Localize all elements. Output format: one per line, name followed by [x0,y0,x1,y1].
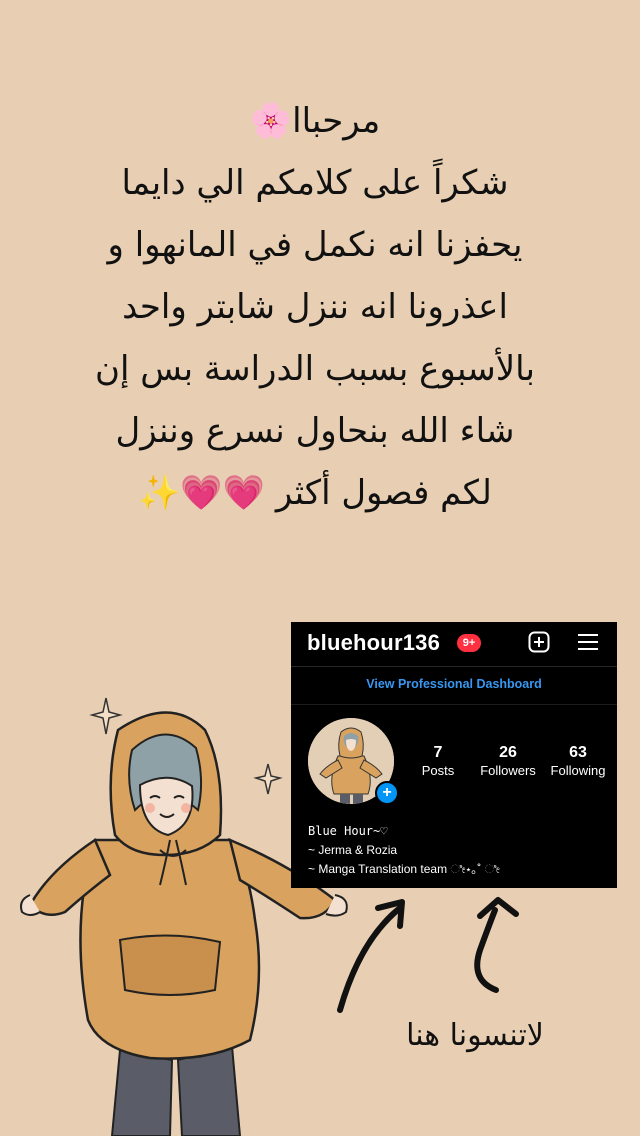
stat-label: Followers [480,763,536,778]
pointer-arrows [337,897,519,1013]
message-line: بالأسبوع بسبب الدراسة بس إن [95,349,535,389]
bio-line: ~ Jerma & Rozia [308,843,398,857]
dont-forget-us-caption: لاتنسونا هنا [406,1018,544,1053]
instagram-profile-screenshot: bluehour136 9+ View Professional Dashboa… [291,622,617,888]
stat-followers[interactable]: 26 Followers [474,744,542,778]
stat-label: Posts [421,763,455,778]
message-line: لكم فصول أكثر 💗💗✨ [138,473,492,513]
message-line: شكراً على كلامكم الي دايما [121,163,509,203]
add-story-plus-icon[interactable]: + [375,781,399,805]
message-line: اعذرونا انه ننزل شابتر واحد [122,287,508,327]
professional-dashboard-link[interactable]: View Professional Dashboard [291,677,617,691]
bio-line: Blue Hour~♡ [308,824,388,838]
sparkle-icon [253,763,283,795]
stat-following[interactable]: 63 Following [546,744,610,778]
stat-value: 7 [433,744,443,761]
bio-line: ~ Manga Translation team ೀ⋆｡˚ ೀ [308,862,500,876]
profile-bio: Blue Hour~♡ ~ Jerma & Rozia ~ Manga Tran… [308,822,500,879]
message-line: شاء الله بنحاول نسرع وننزل [115,411,515,451]
stat-label: Following [550,763,606,778]
message-text: مرحباا🌸 شكراً على كلامكم الي دايما يحفزن… [20,90,610,524]
message-line: يحفزنا انه نكمل في المانهوا و [107,225,523,265]
divider [291,704,617,705]
add-post-icon[interactable] [528,631,550,653]
notification-badge: 9+ [457,634,481,652]
arrow-icon [474,897,519,993]
message-line: مرحباا🌸 [249,101,381,141]
sparkle-icon [89,697,123,735]
hamburger-menu-icon[interactable] [576,631,600,653]
profile-username[interactable]: bluehour136 [307,630,440,656]
stat-value: 26 [499,744,517,761]
arrow-icon [337,899,405,1013]
divider [291,666,617,667]
stat-value: 63 [569,744,587,761]
instagram-header: bluehour136 9+ [291,622,617,666]
stat-posts[interactable]: 7 Posts [419,744,457,778]
